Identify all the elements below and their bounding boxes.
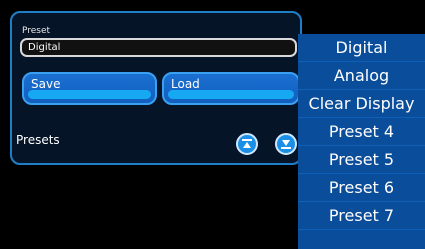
load-button[interactable]: Load bbox=[162, 72, 300, 105]
preset-name-input[interactable]: Digital bbox=[20, 38, 297, 57]
dropdown-item-digital[interactable]: Digital bbox=[298, 34, 425, 62]
scroll-up-button[interactable] bbox=[236, 133, 258, 155]
dropdown-item-clear-display[interactable]: Clear Display bbox=[298, 90, 425, 118]
dropdown-item-preset-7[interactable]: Preset 7 bbox=[298, 202, 425, 230]
dropdown-item-preset-6[interactable]: Preset 6 bbox=[298, 174, 425, 202]
preset-dropdown-list: Digital Analog Clear Display Preset 4 Pr… bbox=[298, 34, 425, 249]
dropdown-item-preset-5[interactable]: Preset 5 bbox=[298, 146, 425, 174]
preset-field-label: Preset bbox=[22, 26, 51, 36]
scroll-down-button[interactable] bbox=[275, 133, 297, 155]
save-button-label: Save bbox=[31, 77, 61, 91]
save-button[interactable]: Save bbox=[22, 72, 157, 105]
load-button-highlight bbox=[168, 90, 294, 99]
presets-label: Presets bbox=[16, 133, 60, 147]
dropdown-item-preset-4[interactable]: Preset 4 bbox=[298, 118, 425, 146]
load-button-label: Load bbox=[171, 77, 200, 91]
arrow-down-icon bbox=[281, 140, 291, 149]
save-button-highlight bbox=[28, 90, 151, 99]
dropdown-item-analog[interactable]: Analog bbox=[298, 62, 425, 90]
arrow-up-icon bbox=[242, 139, 252, 148]
